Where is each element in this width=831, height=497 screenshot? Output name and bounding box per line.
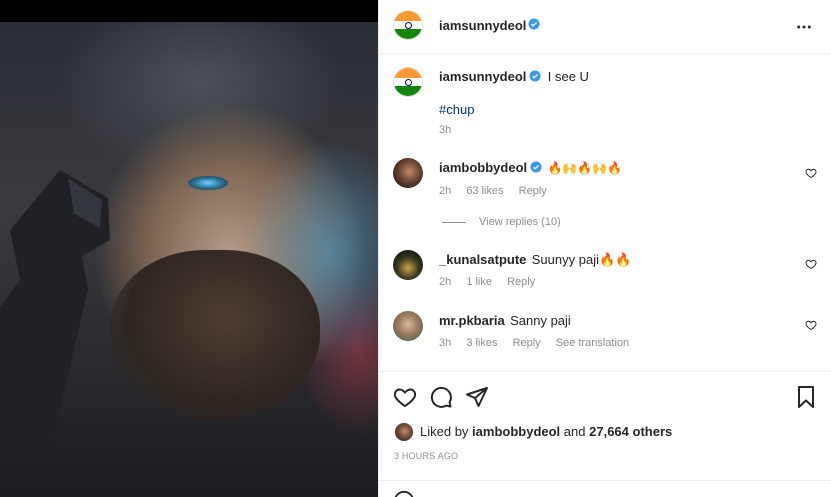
commenter-avatar[interactable]	[393, 311, 423, 341]
caption-hashtag[interactable]: #chup	[439, 102, 474, 117]
verified-badge-icon	[530, 161, 542, 173]
likes-others-link[interactable]: 27,664 others	[589, 424, 672, 439]
comment-reply-button[interactable]: Reply	[513, 337, 541, 349]
photo-subject-eye	[188, 176, 228, 190]
comment-time[interactable]: 2h	[439, 185, 451, 197]
author-avatar[interactable]	[393, 10, 423, 40]
likes-user-link[interactable]: iambobbydeol	[472, 424, 560, 439]
heart-icon[interactable]	[393, 385, 417, 409]
media-top-bar	[0, 0, 378, 22]
post-timestamp[interactable]: 3 HOURS AGO	[394, 451, 458, 461]
comment-icon[interactable]	[429, 385, 453, 409]
commenter-username[interactable]: _kunalsatpute	[439, 252, 526, 267]
commenter-username[interactable]: mr.pkbaria	[439, 313, 505, 328]
emoji-icon[interactable]	[393, 490, 415, 497]
caption-author-avatar[interactable]	[393, 67, 423, 97]
comment-like-heart-icon[interactable]	[805, 258, 817, 270]
comment-likes[interactable]: 1 like	[466, 276, 492, 288]
comment-likes[interactable]: 3 likes	[466, 337, 497, 349]
view-replies-button[interactable]: View replies (10)	[479, 216, 561, 228]
post-details-panel: iamsunnydeol iamsunnydeol I see U #chup …	[378, 0, 831, 497]
photo-pistol	[0, 170, 110, 450]
comment-like-heart-icon[interactable]	[805, 319, 817, 331]
photo-subject-face	[110, 250, 320, 420]
commenter-username[interactable]: iambobbydeol	[439, 160, 527, 175]
share-icon[interactable]	[465, 385, 489, 409]
replies-divider	[442, 222, 466, 223]
caption-time[interactable]: 3h	[439, 124, 451, 136]
commenter-avatar[interactable]	[393, 158, 423, 188]
caption-author-username[interactable]: iamsunnydeol	[439, 69, 526, 84]
likes-and: and	[563, 424, 586, 439]
caption-text: I see U	[547, 69, 589, 84]
verified-badge-icon	[529, 70, 541, 82]
see-translation-button[interactable]: See translation	[556, 337, 629, 349]
post-header: iamsunnydeol	[379, 0, 831, 54]
comment-likes[interactable]: 63 likes	[466, 185, 503, 197]
comment-time[interactable]: 2h	[439, 276, 451, 288]
comment-text: 🔥🙌🔥🙌🔥	[547, 161, 623, 175]
more-horizontal-icon[interactable]	[795, 18, 813, 36]
comment-reply-button[interactable]: Reply	[507, 276, 535, 288]
comment-like-heart-icon[interactable]	[805, 167, 817, 179]
commenter-avatar[interactable]	[393, 250, 423, 280]
comment-text: Sanny paji	[510, 313, 571, 328]
bookmark-icon[interactable]	[794, 385, 818, 409]
verified-badge-icon	[528, 18, 540, 30]
comment-text: Suunyy paji🔥🔥	[531, 252, 632, 267]
likes-summary: Liked by iambobbydeol and 27,664 others	[420, 424, 672, 439]
post-image[interactable]	[0, 0, 378, 497]
comment-time[interactable]: 3h	[439, 337, 451, 349]
comment-reply-button[interactable]: Reply	[519, 185, 547, 197]
author-username[interactable]: iamsunnydeol	[439, 18, 526, 33]
add-comment-bar	[379, 480, 831, 497]
likes-prefix: Liked by	[420, 424, 469, 439]
liker-avatar[interactable]	[395, 423, 413, 441]
